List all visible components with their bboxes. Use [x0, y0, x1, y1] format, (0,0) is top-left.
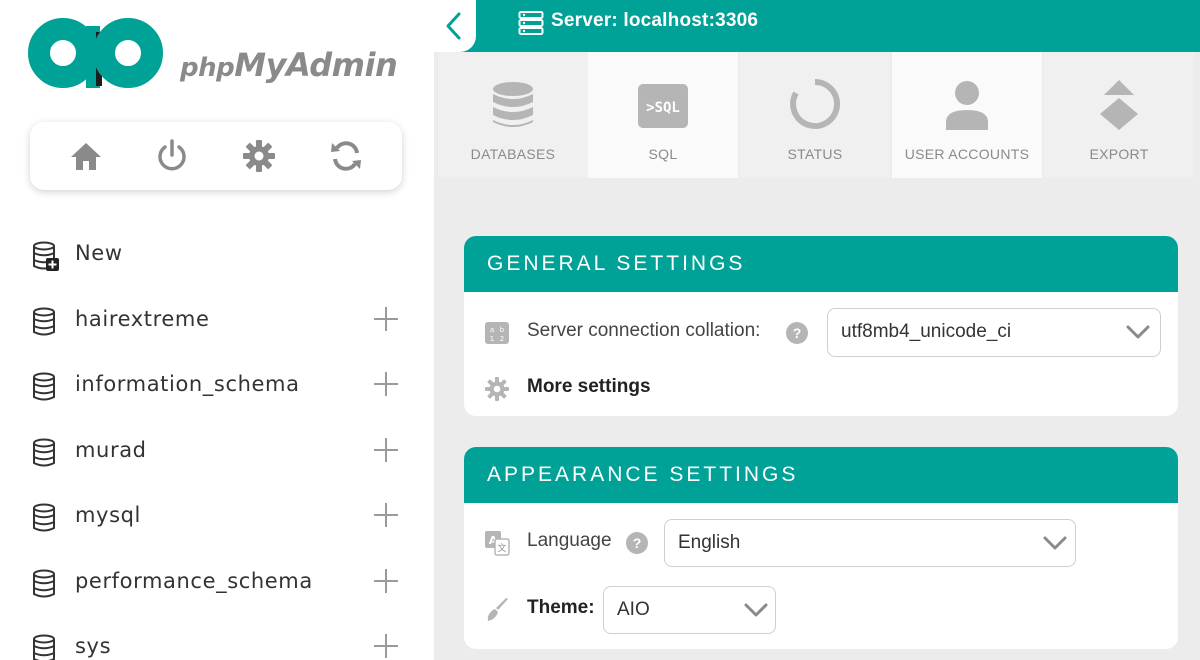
expand-plus-icon[interactable]: [372, 370, 400, 398]
logo-text: phpMyAdmin: [180, 46, 398, 84]
sidebar-item-label: sys: [75, 634, 112, 658]
database-icon: [33, 372, 55, 401]
server-icon: [518, 11, 544, 35]
logo-text-myadmin: MyAdmin: [234, 46, 398, 84]
collation-select-value: utf8mb4_unicode_ci: [841, 321, 1012, 342]
home-icon[interactable]: [68, 138, 104, 174]
sidebar-item-label: New: [75, 241, 123, 265]
expand-plus-icon[interactable]: [372, 305, 400, 333]
tab-label: SQL: [648, 146, 678, 162]
language-label: Language: [527, 530, 612, 551]
top-bar: [434, 0, 1200, 52]
svg-text:1: 1: [490, 335, 494, 343]
theme-select[interactable]: AIO: [603, 586, 776, 634]
sidebar-item-label: performance_schema: [75, 568, 313, 593]
power-icon[interactable]: [154, 138, 190, 174]
theme-label: Theme:: [527, 597, 595, 618]
theme-select-value: AIO: [617, 599, 650, 620]
language-help-icon[interactable]: ?: [626, 532, 648, 554]
sidebar-item-new[interactable]: New: [0, 229, 434, 279]
sidebar-item-label: murad: [75, 437, 147, 462]
sidebar-item-label: mysql: [75, 503, 141, 527]
svg-text:>SQL: >SQL: [646, 100, 680, 116]
user-icon: [946, 81, 988, 130]
sql-icon: >SQL: [638, 84, 688, 128]
svg-text:文: 文: [497, 542, 506, 554]
appearance-settings-title: APPEARANCE SETTINGS: [464, 447, 1178, 503]
sidebar: phpMyAdmin New hairextreme information_sch…: [0, 0, 434, 660]
database-icon: [33, 307, 55, 335]
expand-plus-icon[interactable]: [372, 567, 400, 595]
tab-export[interactable]: EXPORT: [1044, 52, 1194, 178]
sidebar-item-database[interactable]: hairextreme: [0, 295, 434, 345]
sidebar-item-label: hairextreme: [75, 306, 210, 331]
logo[interactable]: phpMyAdmin: [28, 18, 408, 88]
refresh-icon[interactable]: [328, 138, 364, 174]
sidebar-item-database[interactable]: murad: [0, 426, 434, 476]
chevron-left-icon: [446, 12, 461, 40]
database-icon: [33, 503, 55, 532]
gear-icon[interactable]: [241, 138, 277, 174]
database-icon: [33, 634, 55, 660]
chevron-down-icon: [744, 603, 768, 617]
language-select[interactable]: English: [664, 519, 1076, 567]
database-stack-icon: [493, 82, 533, 127]
sidebar-item-label: information_schema: [75, 372, 300, 396]
database-icon: [33, 569, 55, 597]
svg-text:2: 2: [500, 335, 504, 343]
phpmyadmin-logo-icon: [28, 18, 163, 88]
status-icon: [790, 79, 841, 129]
expand-plus-icon[interactable]: [372, 501, 400, 529]
collation-label: Server connection collation:: [527, 320, 761, 341]
main-tabs: DATABASES >SQL SQL STATUS USER ACCOUNTS …: [434, 52, 1200, 178]
general-settings-panel: GENERAL SETTINGS a b 1 2 Server connecti…: [464, 236, 1178, 416]
collation-help-icon[interactable]: ?: [786, 322, 808, 344]
sidebar-item-database[interactable]: information_schema: [0, 360, 434, 410]
expand-plus-icon[interactable]: [372, 436, 400, 464]
server-breadcrumb[interactable]: Server: localhost:3306: [551, 10, 758, 32]
gear-icon: [485, 377, 509, 401]
language-select-value: English: [678, 532, 741, 553]
tab-sql[interactable]: >SQL SQL: [588, 52, 738, 178]
chevron-down-icon: [1043, 536, 1067, 550]
export-icon: [1100, 80, 1138, 130]
brush-icon: [487, 598, 508, 621]
tab-label: STATUS: [787, 146, 843, 162]
svg-text:b: b: [500, 326, 505, 334]
appearance-settings-panel: APPEARANCE SETTINGS A 文 Language ? Engli…: [464, 447, 1178, 649]
language-icon: A 文: [485, 531, 510, 556]
tab-label: USER ACCOUNTS: [904, 146, 1030, 162]
more-settings-link[interactable]: More settings: [527, 376, 651, 398]
tab-user-accounts[interactable]: USER ACCOUNTS: [892, 52, 1042, 178]
expand-plus-icon[interactable]: [372, 632, 400, 660]
chevron-down-icon: [1126, 325, 1150, 339]
collation-select[interactable]: utf8mb4_unicode_ci: [827, 308, 1161, 357]
general-settings-title: GENERAL SETTINGS: [464, 236, 1178, 292]
new-database-icon: [33, 241, 59, 271]
database-icon: [33, 438, 55, 466]
sidebar-item-database[interactable]: sys: [0, 622, 434, 660]
sidebar-item-database[interactable]: performance_schema: [0, 557, 434, 607]
sidebar-item-database[interactable]: mysql: [0, 491, 434, 541]
tab-databases[interactable]: DATABASES: [438, 52, 588, 178]
tab-label: EXPORT: [1089, 146, 1149, 162]
collation-icon: a b 1 2: [485, 322, 509, 344]
svg-text:a: a: [490, 326, 494, 334]
logo-text-php: php: [180, 53, 235, 83]
quick-links-bar: [30, 122, 402, 190]
collapse-sidebar-button[interactable]: [434, 0, 476, 52]
tab-label: DATABASES: [470, 146, 556, 162]
tab-status[interactable]: STATUS: [740, 52, 890, 178]
